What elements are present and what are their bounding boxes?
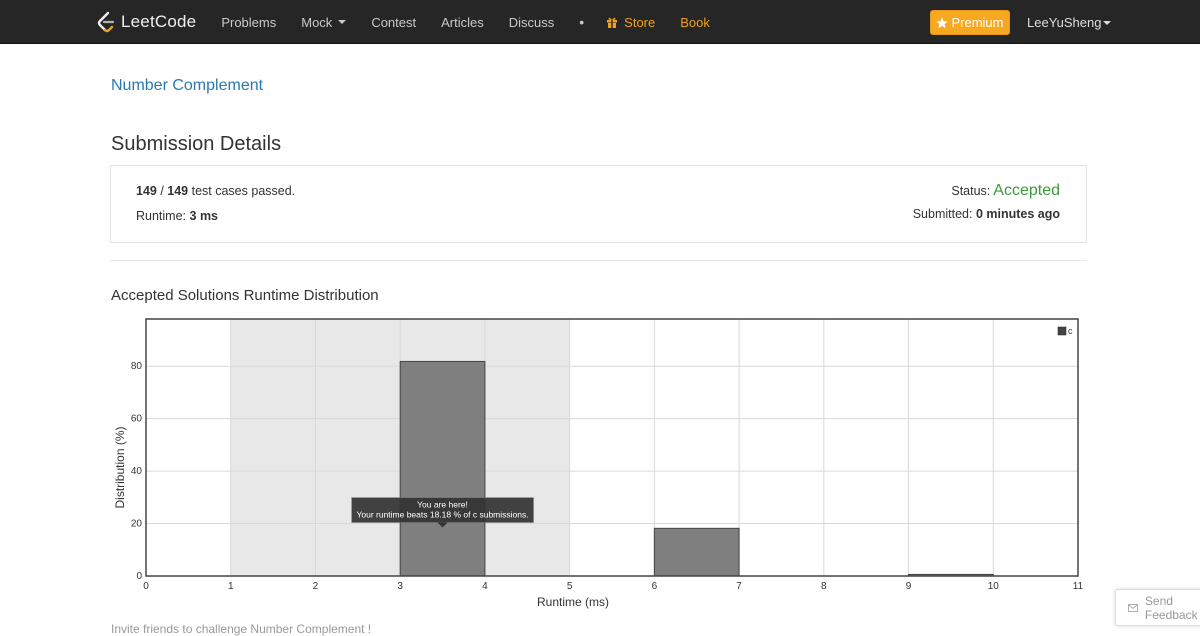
tooltip-line-2: Your runtime beats 18.18 % of c submissi… — [356, 510, 528, 520]
send-feedback-label: Send Feedback — [1144, 593, 1198, 622]
status-label: Status: — [951, 184, 991, 198]
page-title: Submission Details — [111, 133, 282, 155]
chart-svg: 0 1 2 3 4 5 6 7 8 9 10 11 0 20 40 60 80 Runtime (ms) Distr… — [113, 318, 1084, 609]
x-tick-label: 4 — [482, 581, 488, 592]
brand[interactable]: LeetCode — [96, 11, 196, 33]
x-axis-label: Runtime (ms) — [537, 595, 609, 609]
nav-mock-label: Mock — [301, 14, 333, 30]
nav-book-label: Book — [680, 14, 710, 30]
x-tick-label: 8 — [821, 581, 827, 592]
runtime-value: 3 ms — [189, 209, 219, 223]
runtime-distribution-chart: 0 1 2 3 4 5 6 7 8 9 10 11 0 20 40 60 80 Runtime (ms) Distr… — [105, 312, 1095, 617]
nav-articles-label: Articles — [441, 14, 484, 30]
x-tick-label: 5 — [567, 581, 573, 592]
nav-mock[interactable]: Mock — [301, 14, 347, 30]
passed-count: 149 — [136, 184, 157, 198]
nav-separator-dot: • — [579, 14, 585, 30]
y-tick-label: 0 — [136, 571, 142, 582]
y-axis-label: Distribution (%) — [113, 426, 127, 508]
chart-title: Accepted Solutions Runtime Distribution — [111, 287, 379, 304]
legend-label: c — [1068, 326, 1073, 336]
y-tick-label: 60 — [131, 414, 143, 425]
x-tick-label: 3 — [397, 581, 403, 592]
caret-down-icon — [1103, 20, 1112, 25]
passed-suffix: test cases passed. — [188, 184, 296, 198]
y-tick-label: 20 — [131, 519, 143, 530]
nav-problems[interactable]: Problems — [221, 15, 276, 30]
brand-name: LeetCode — [121, 12, 197, 31]
nav-right: Premium LeeYuSheng — [930, 10, 1112, 35]
caret-down-icon — [338, 20, 347, 24]
runtime-row: Runtime: 3 ms — [136, 209, 295, 234]
submitted-value: 0 minutes ago — [975, 207, 1060, 221]
x-tick-label: 11 — [1073, 581, 1084, 592]
nav-left: LeetCode Problems Mock Contest Articles … — [96, 0, 710, 44]
nav-store[interactable]: Store — [606, 15, 655, 30]
x-tick-label: 9 — [906, 581, 912, 592]
user-menu[interactable]: LeeYuSheng — [1027, 15, 1112, 30]
legend-swatch — [1057, 326, 1067, 336]
leetcode-logo-icon — [97, 11, 115, 33]
mail-icon — [1128, 603, 1138, 612]
test-cases-row: 149 / 149 test cases passed. — [136, 184, 296, 198]
nav-book[interactable]: Book — [680, 15, 710, 30]
x-tick-label: 0 — [143, 581, 149, 592]
y-tick-label: 40 — [131, 466, 143, 477]
star-icon — [936, 17, 949, 28]
top-navbar: LeetCode Problems Mock Contest Articles … — [0, 0, 1200, 44]
chart-bar — [653, 527, 740, 577]
submission-status: Status: Accepted Submitted: 0 minutes ag… — [913, 182, 1060, 232]
y-tick-label: 80 — [131, 361, 143, 372]
x-tick-label: 2 — [313, 581, 319, 592]
submitted-label: Submitted: — [912, 207, 973, 221]
nav-discuss[interactable]: Discuss — [509, 15, 555, 30]
x-tick-label: 10 — [988, 581, 1000, 592]
divider — [110, 260, 1087, 261]
submission-details-panel: 149 / 149 test cases passed. Runtime: 3 … — [110, 165, 1087, 243]
runtime-label: Runtime: — [136, 209, 187, 223]
premium-button[interactable]: Premium — [930, 10, 1010, 35]
x-tick-label: 6 — [652, 581, 658, 592]
tooltip-line-1: You are here! — [417, 500, 468, 510]
send-feedback-button[interactable]: Send Feedback — [1115, 589, 1200, 626]
premium-label: Premium — [951, 15, 1004, 30]
nav-store-label: Store — [624, 14, 656, 30]
chart-bar — [399, 360, 486, 577]
gift-icon — [607, 17, 618, 28]
problem-link[interactable]: Number Complement — [111, 77, 263, 95]
nav-discuss-label: Discuss — [508, 14, 555, 30]
nav-articles[interactable]: Articles — [441, 15, 484, 30]
x-tick-label: 7 — [736, 581, 742, 592]
status-row: Status: Accepted — [913, 182, 1060, 207]
status-value[interactable]: Accepted — [993, 182, 1060, 200]
submission-stats: 149 / 149 test cases passed. Runtime: 3 … — [136, 184, 295, 234]
x-tick-label: 1 — [228, 581, 234, 592]
nav-problems-label: Problems — [221, 14, 277, 30]
nav-contest[interactable]: Contest — [371, 15, 416, 30]
invite-text[interactable]: Invite friends to challenge Number Compl… — [111, 622, 371, 636]
total-count: 149 — [167, 184, 189, 198]
username: LeeYuSheng — [1027, 15, 1102, 30]
nav-contest-label: Contest — [371, 14, 417, 30]
submitted-row: Submitted: 0 minutes ago — [913, 207, 1060, 232]
